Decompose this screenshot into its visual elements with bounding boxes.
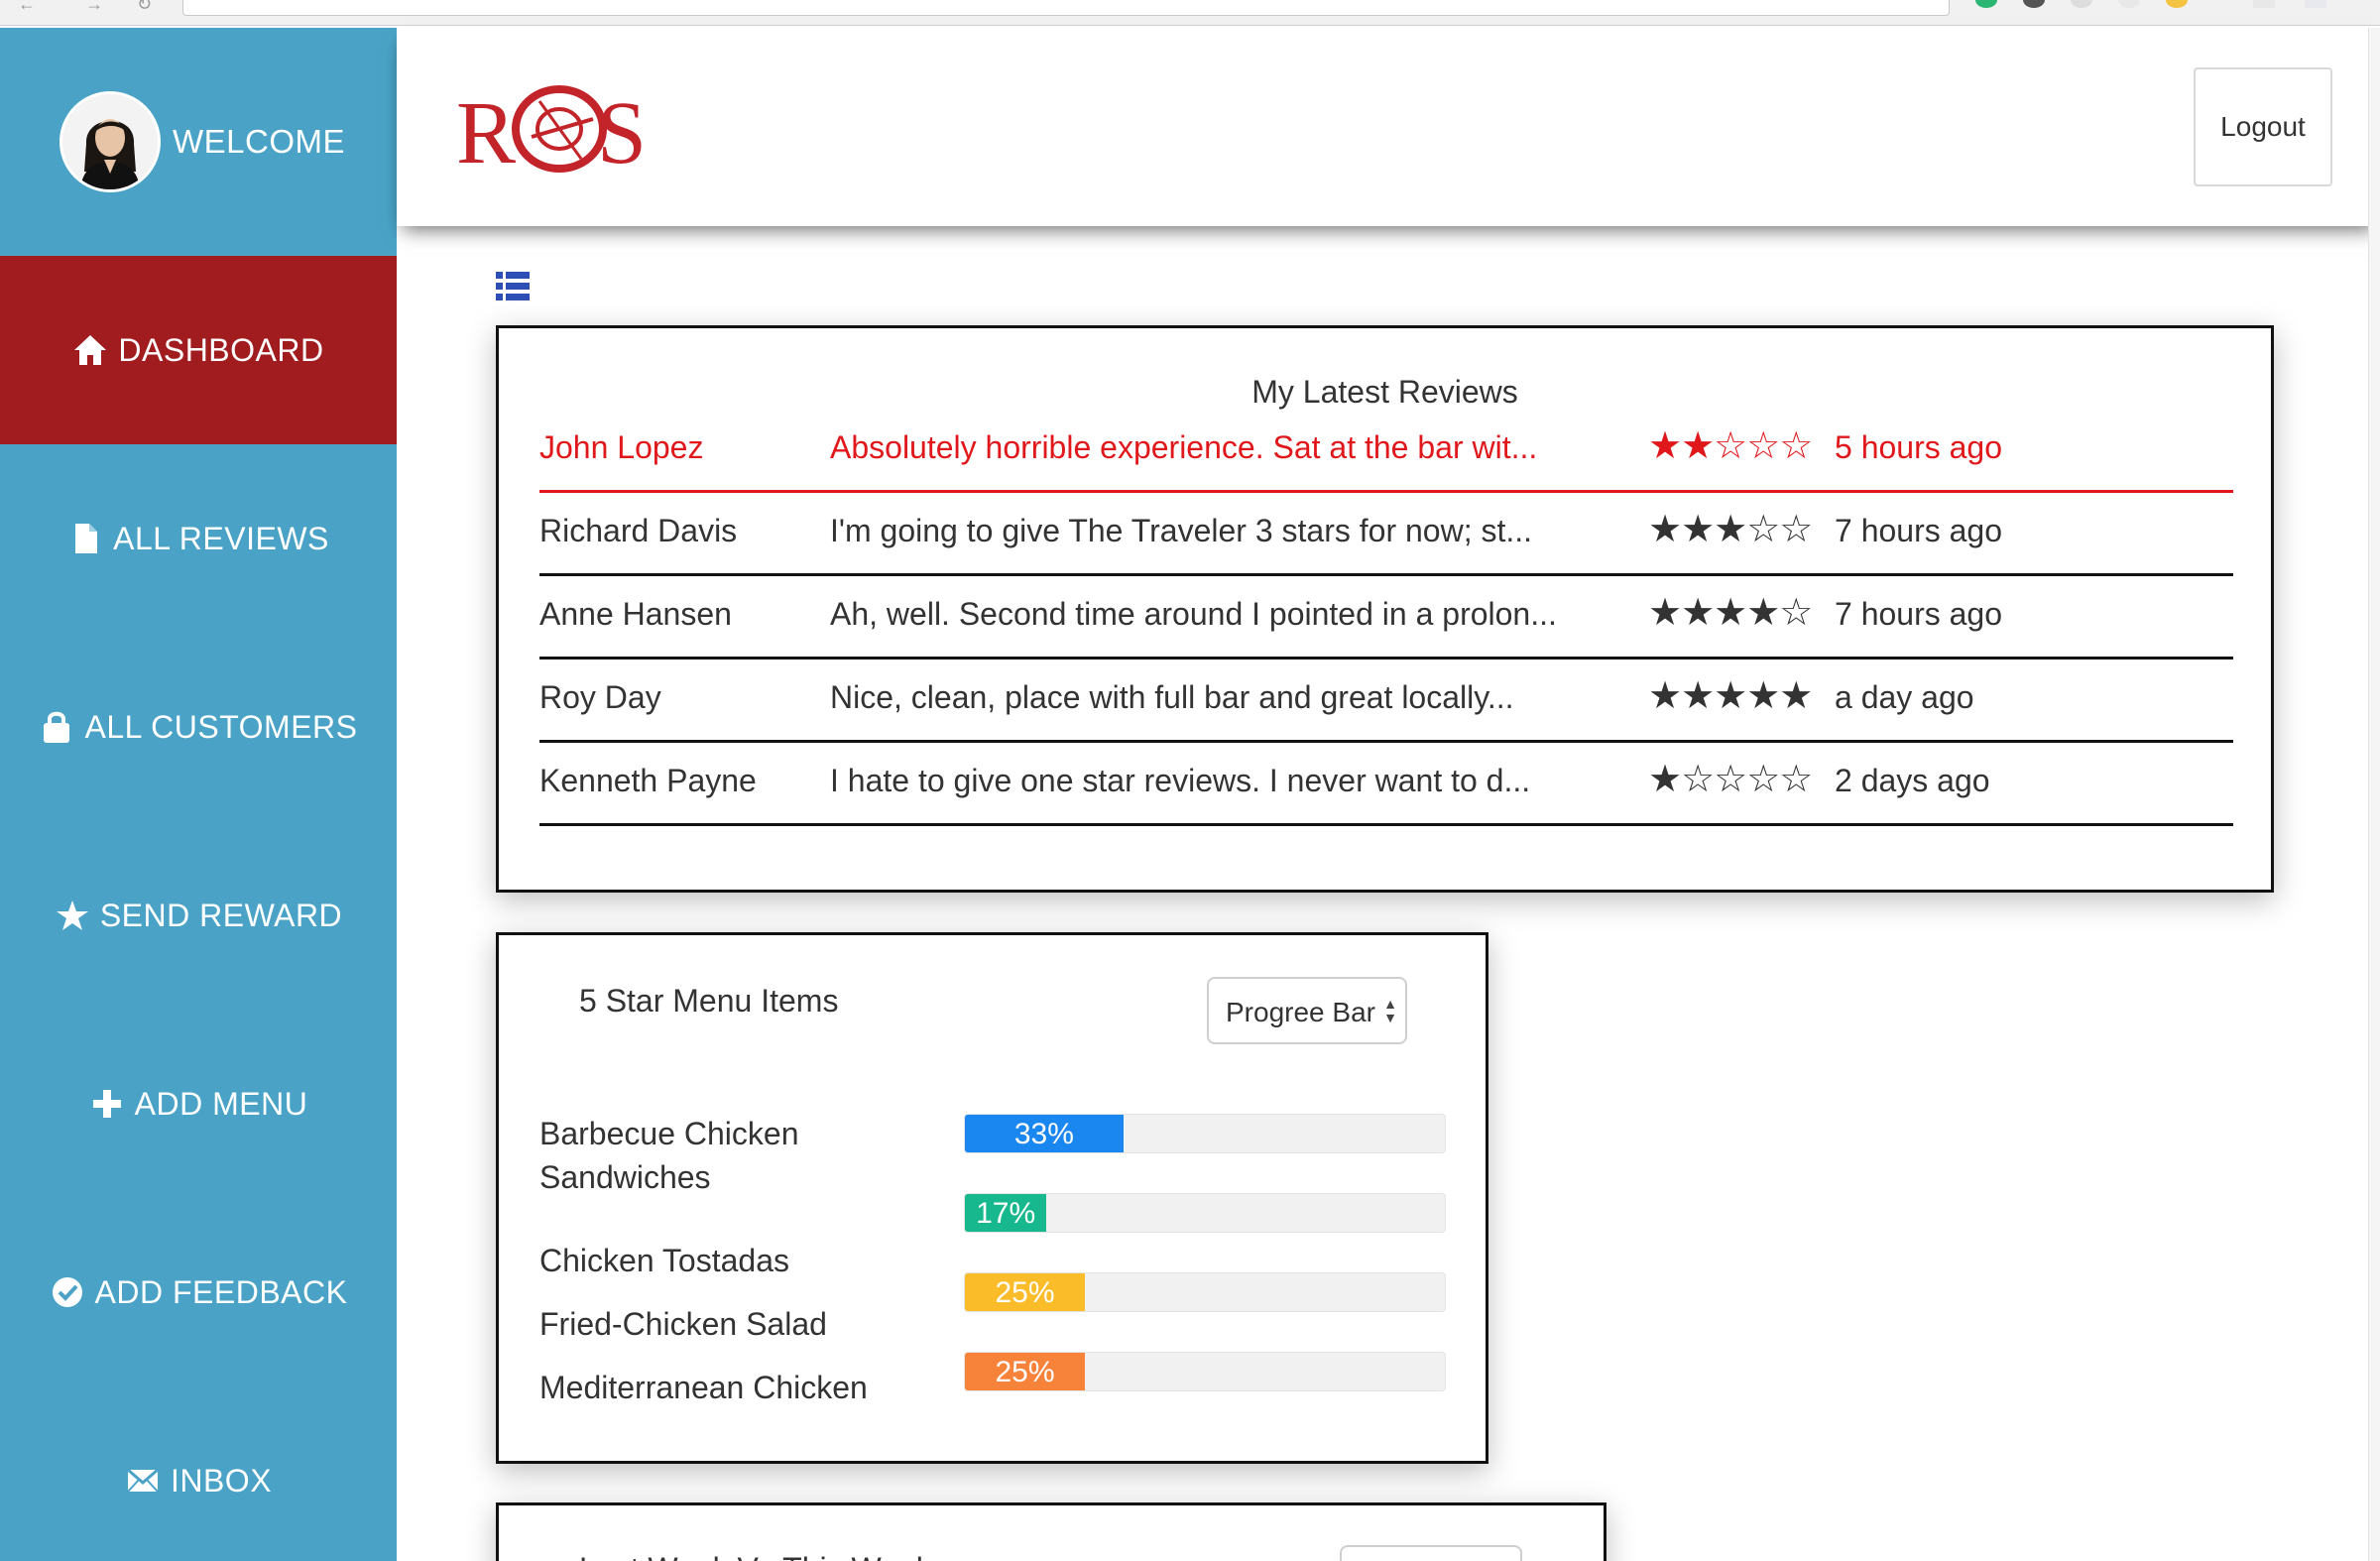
sidebar-item-add-feedback[interactable]: ADD FEEDBACK [0, 1198, 397, 1386]
extension-icon[interactable] [1975, 0, 1997, 8]
review-time: 7 hours ago [1835, 513, 2003, 548]
reviewer-name: Anne Hansen [539, 596, 732, 632]
extension-icon[interactable] [2118, 0, 2140, 8]
progress-bar: 33% [964, 1114, 1446, 1153]
svg-text:S: S [597, 84, 647, 182]
progress-fill: 33% [965, 1115, 1124, 1152]
browser-chrome: ← → ↻ [0, 0, 2380, 26]
document-icon [67, 522, 107, 555]
review-time: a day ago [1835, 679, 1974, 715]
welcome-block: WELCOME [0, 28, 397, 256]
sidebar-item-label: SEND REWARD [99, 897, 343, 933]
sidebar: WELCOME DASHBOARD ALL REVIEWS ALL CUSTOM… [0, 28, 397, 1561]
reviewer-name: Richard Davis [539, 513, 738, 548]
select-value: Progree Bar [1226, 997, 1375, 1027]
sidebar-item-all-reviews[interactable]: ALL REVIEWS [0, 444, 397, 633]
review-row[interactable]: John Lopez Absolutely horrible experienc… [539, 410, 2233, 493]
review-row[interactable]: Roy Day Nice, clean, place with full bar… [539, 660, 2233, 743]
week-view-select[interactable] [1340, 1545, 1522, 1561]
sidebar-item-label: ALL REVIEWS [113, 520, 329, 556]
card-title: Last Week Vs This Week [579, 1551, 932, 1561]
review-time: 5 hours ago [1835, 429, 2003, 465]
progress-fill: 25% [965, 1273, 1085, 1311]
five-star-menu-card: 5 Star Menu Items Progree Bar ▲ ▼ Barbecu… [496, 932, 1488, 1464]
sidebar-item-add-menu[interactable]: ADD MENU [0, 1010, 397, 1198]
sidebar-item-label: ALL CUSTOMERS [84, 708, 358, 745]
progress-bar: 25% [964, 1272, 1446, 1312]
check-circle-icon [50, 1275, 89, 1309]
reviewer-name: Kenneth Payne [539, 763, 757, 798]
sidebar-item-send-reward[interactable]: SEND REWARD [0, 821, 397, 1010]
top-header: R S Logout [397, 28, 2380, 226]
star-icon [55, 899, 94, 932]
review-excerpt: I hate to give one star reviews. I never… [830, 763, 1531, 798]
forward-icon[interactable]: → [85, 0, 103, 15]
menu-item-label: Fried-Chicken Salad [539, 1306, 827, 1342]
review-excerpt: I'm going to give The Traveler 3 stars f… [830, 513, 1533, 548]
reviewer-name: Roy Day [539, 679, 661, 715]
sidebar-item-label: INBOX [170, 1462, 273, 1499]
menu-item-label: Mediterranean Chicken [539, 1370, 868, 1405]
sidebar-item-inbox[interactable]: INBOX [0, 1386, 397, 1561]
extension-icon[interactable] [2166, 0, 2188, 8]
extension-icon[interactable] [2253, 0, 2275, 8]
extension-icon[interactable] [2071, 0, 2092, 8]
review-excerpt: Absolutely horrible experience. Sat at t… [830, 429, 1538, 465]
latest-reviews-card: My Latest Reviews John Lopez Absolutely … [496, 325, 2274, 893]
star-rating: ★☆☆☆☆ [1648, 759, 1813, 800]
extension-icon[interactable] [2305, 0, 2326, 8]
reviewer-name: John Lopez [539, 429, 704, 465]
list-view-icon[interactable] [496, 272, 530, 301]
sidebar-item-label: DASHBOARD [118, 331, 324, 368]
logout-button[interactable]: Logout [2194, 67, 2332, 186]
envelope-icon [125, 1464, 165, 1498]
review-excerpt: Ah, well. Second time around I pointed i… [830, 596, 1557, 632]
view-type-select[interactable]: Progree Bar ▲ ▼ [1207, 977, 1407, 1044]
address-bar[interactable] [182, 0, 1950, 16]
home-icon [72, 333, 112, 367]
sidebar-item-dashboard[interactable]: DASHBOARD [0, 256, 397, 444]
menu-item-label: Chicken Tostadas [539, 1243, 789, 1278]
sidebar-item-all-customers[interactable]: ALL CUSTOMERS [0, 633, 397, 821]
star-rating: ★★★☆☆ [1648, 509, 1813, 550]
star-rating: ★★★★★ [1648, 675, 1813, 717]
review-time: 7 hours ago [1835, 596, 2003, 632]
menu-item-label: Barbecue Chicken Sandwiches [539, 1116, 799, 1195]
progress-fill: 17% [965, 1194, 1047, 1232]
star-rating: ★★☆☆☆ [1648, 425, 1813, 467]
sidebar-item-label: ADD MENU [134, 1085, 308, 1122]
card-title: 5 Star Menu Items [579, 983, 839, 1019]
sidebar-item-label: ADD FEEDBACK [94, 1273, 348, 1310]
select-arrows-icon: ▲ ▼ [1383, 996, 1397, 1025]
review-time: 2 days ago [1835, 763, 1990, 798]
week-compare-card: Last Week Vs This Week [496, 1502, 1606, 1561]
review-excerpt: Nice, clean, place with full bar and gre… [830, 679, 1514, 715]
page-scrollbar[interactable] [2368, 28, 2380, 1561]
lock-icon [39, 710, 78, 744]
back-icon[interactable]: ← [18, 0, 36, 15]
card-title: My Latest Reviews [1251, 374, 1518, 410]
progress-bar: 17% [964, 1193, 1446, 1233]
plus-icon [89, 1087, 129, 1121]
review-row[interactable]: Kenneth Payne I hate to give one star re… [539, 743, 2233, 826]
avatar[interactable] [60, 91, 161, 192]
extension-icon[interactable] [2023, 0, 2045, 8]
svg-text:R: R [456, 84, 516, 182]
welcome-label: WELCOME [173, 123, 346, 160]
review-row[interactable]: Richard Davis I'm going to give The Trav… [539, 493, 2233, 576]
ros-logo[interactable]: R S [456, 71, 674, 195]
reload-icon[interactable]: ↻ [137, 0, 152, 15]
progress-fill: 25% [965, 1353, 1085, 1390]
star-rating: ★★★★☆ [1648, 592, 1813, 634]
progress-bar: 25% [964, 1352, 1446, 1391]
review-row[interactable]: Anne Hansen Ah, well. Second time around… [539, 576, 2233, 660]
